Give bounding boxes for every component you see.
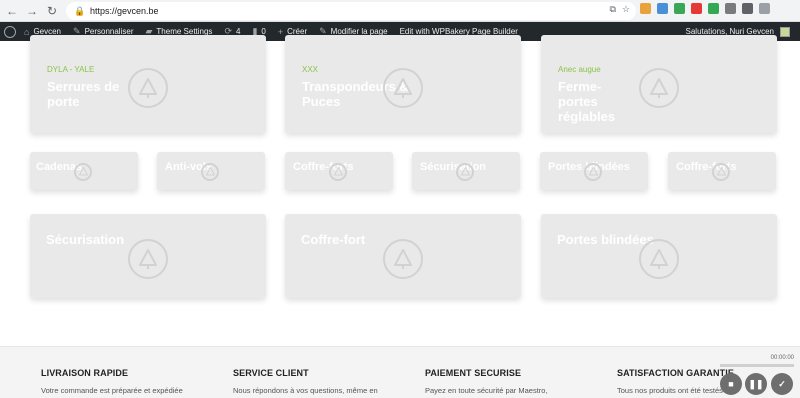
- recording-time: 00:00:00: [770, 355, 794, 361]
- lock-icon: 🔒: [74, 6, 86, 16]
- wordpress-logo-icon[interactable]: [4, 25, 16, 38]
- category-card-small[interactable]: Anti-vols: [157, 152, 265, 190]
- category-card-small[interactable]: Portes blindées: [540, 152, 648, 190]
- extension-icon[interactable]: [674, 3, 685, 14]
- pause-icon[interactable]: ❚❚: [745, 373, 767, 395]
- category-card[interactable]: Anec augue Ferme-portes réglables: [541, 35, 777, 133]
- category-card-small[interactable]: Coffre-forts: [668, 152, 776, 190]
- address-bar[interactable]: 🔒 https://gevcen.be ⧉ ☆: [66, 2, 636, 20]
- category-card-small[interactable]: Cadenas: [30, 152, 138, 190]
- extension-icon[interactable]: [691, 3, 702, 14]
- footer-heading: SERVICE CLIENT: [233, 368, 309, 378]
- footer-column: SATISFACTION GARANTIE Tous nos produits …: [617, 368, 737, 395]
- category-card-small[interactable]: Sécurisation: [412, 152, 520, 190]
- bookmark-star-icon[interactable]: ☆: [622, 4, 630, 15]
- placeholder-tree-icon: [639, 239, 679, 279]
- translate-icon[interactable]: ⧉: [609, 4, 615, 15]
- extensions-row: [640, 3, 770, 14]
- footer-heading: SATISFACTION GARANTIE: [617, 368, 734, 378]
- extension-icon[interactable]: [725, 3, 736, 14]
- plus-icon: +: [277, 26, 284, 37]
- stop-icon[interactable]: ■: [720, 373, 742, 395]
- footer-heading: LIVRAISON RAPIDE: [41, 368, 129, 378]
- page-content: DYLA - YALE Serrures de porte XXX Transp…: [0, 35, 800, 398]
- extension-icon[interactable]: [759, 3, 770, 14]
- placeholder-tree-icon: [712, 163, 730, 181]
- category-card-small[interactable]: Coffre-forts: [285, 152, 393, 190]
- check-icon[interactable]: ✓: [771, 373, 793, 395]
- footer-heading: PAIEMENT SECURISE: [425, 368, 522, 378]
- reload-icon[interactable]: ↻: [44, 3, 60, 19]
- extension-icon[interactable]: [708, 3, 719, 14]
- category-card[interactable]: Coffre-fort: [285, 214, 521, 298]
- category-card[interactable]: XXX Transpondeurs & Puces: [285, 35, 521, 133]
- card-tag: XXX: [302, 65, 319, 74]
- card-tag: Anec augue: [558, 65, 601, 74]
- extension-icon[interactable]: [657, 3, 668, 14]
- footer-text: Tous nos produits ont été testés et: [617, 386, 732, 395]
- url-text: https://gevcen.be: [90, 6, 159, 16]
- card-title: Ferme-portes réglables: [558, 79, 616, 124]
- footer-column: SERVICE CLIENT Nous répondons à vos ques…: [233, 368, 413, 395]
- placeholder-tree-icon: [128, 68, 168, 108]
- placeholder-tree-icon: [456, 163, 474, 181]
- card-title: Sécurisation: [46, 232, 125, 247]
- back-icon[interactable]: ←: [4, 3, 20, 19]
- category-card[interactable]: DYLA - YALE Serrures de porte: [30, 35, 266, 133]
- card-title: Sécurisation: [420, 161, 487, 173]
- footer-text: Nous répondons à vos questions, même en: [233, 386, 378, 395]
- footer-column: LIVRAISON RAPIDE Votre commande est prép…: [41, 368, 221, 395]
- card-title: Coffre-fort: [301, 232, 366, 247]
- home-icon: ⌂: [24, 26, 30, 37]
- browser-toolbar: ← → ↻ 🔒 https://gevcen.be ⧉ ☆: [0, 0, 800, 22]
- site-footer: LIVRAISON RAPIDE Votre commande est prép…: [0, 346, 800, 398]
- avatar[interactable]: [780, 26, 790, 37]
- footer-column: PAIEMENT SECURISE Payez en toute sécurit…: [425, 368, 605, 395]
- placeholder-tree-icon: [383, 239, 423, 279]
- footer-text: Votre commande est préparée et expédiée: [41, 386, 183, 395]
- placeholder-tree-icon: [74, 163, 92, 181]
- recording-progress-bar: [720, 364, 794, 367]
- card-tag: DYLA - YALE: [47, 65, 95, 74]
- placeholder-tree-icon: [383, 68, 423, 108]
- footer-text: Payez en toute sécurité par Maestro,: [425, 386, 548, 395]
- category-card[interactable]: Portes blindées: [541, 214, 777, 298]
- placeholder-tree-icon: [639, 68, 679, 108]
- placeholder-tree-icon: [329, 163, 347, 181]
- extension-icon[interactable]: [742, 3, 753, 14]
- placeholder-tree-icon: [128, 239, 168, 279]
- extension-icon[interactable]: [640, 3, 651, 14]
- card-title: Portes blindées: [557, 232, 654, 247]
- placeholder-tree-icon: [584, 163, 602, 181]
- screen: ← → ↻ 🔒 https://gevcen.be ⧉ ☆ ⌂ Gevcen ✎ P…: [0, 0, 800, 398]
- category-card[interactable]: Sécurisation: [30, 214, 266, 298]
- forward-icon[interactable]: →: [24, 3, 40, 19]
- placeholder-tree-icon: [201, 163, 219, 181]
